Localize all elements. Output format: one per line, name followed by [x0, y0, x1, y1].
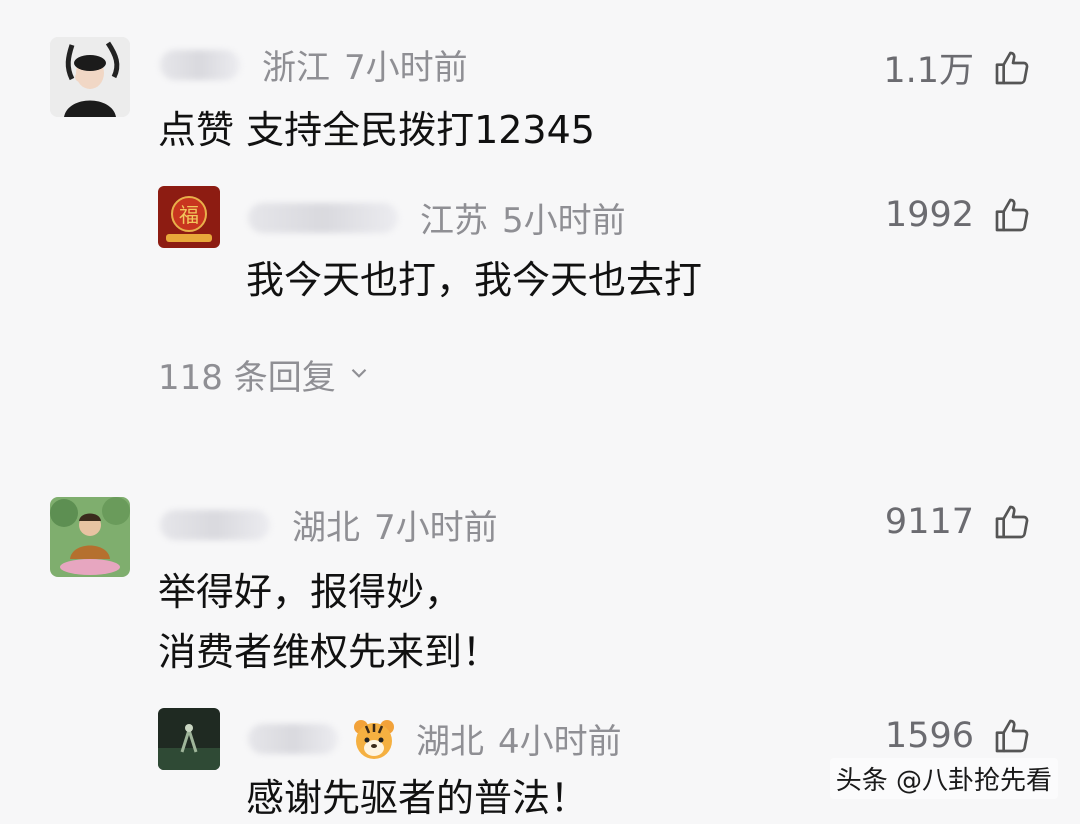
- thumbs-up-icon: [992, 716, 1032, 756]
- username-blurred[interactable]: [248, 723, 338, 754]
- avatar[interactable]: [50, 37, 130, 117]
- timestamp: 7小时前: [374, 508, 498, 548]
- tiger-emoji-icon: [352, 717, 396, 761]
- thumbs-up-icon: [992, 195, 1032, 235]
- timestamp: 5小时前: [502, 201, 626, 241]
- reply-avatar[interactable]: 福: [158, 186, 220, 248]
- chevron-down-icon: [336, 355, 372, 395]
- like-count: 1596: [884, 716, 974, 756]
- like-button[interactable]: 1.1万: [883, 42, 1032, 93]
- comment-text: 举得好，报得妙， 消费者维权先来到！: [158, 566, 500, 678]
- comment-meta: 浙江 7小时前: [160, 40, 468, 89]
- location: 浙江: [262, 48, 330, 88]
- reply-meta: 江苏 5小时前: [248, 193, 626, 242]
- timestamp: 7小时前: [344, 48, 468, 88]
- thumbs-up-icon: [992, 502, 1032, 542]
- username-blurred[interactable]: [160, 509, 270, 540]
- reply-text: 感谢先驱者的普法！: [246, 776, 589, 820]
- timestamp: 4小时前: [498, 722, 622, 762]
- location: 湖北: [292, 508, 360, 548]
- avatar[interactable]: [50, 497, 130, 577]
- comment-text-line: 消费者维权先来到！: [158, 630, 501, 674]
- comment-text: 点赞 支持全民拨打12345: [158, 108, 595, 152]
- username-blurred[interactable]: [160, 49, 240, 80]
- comment-text-line: 举得好，报得妙，: [158, 570, 463, 614]
- watermark: 头条 @八卦抢先看: [829, 758, 1058, 799]
- like-count: 1992: [884, 195, 974, 235]
- like-button[interactable]: 1992: [885, 195, 1032, 235]
- reply-meta: 湖北 4小时前: [248, 714, 622, 763]
- comment-meta: 湖北 7小时前: [160, 500, 498, 549]
- like-button[interactable]: 9117: [885, 502, 1032, 542]
- more-replies-button[interactable]: 118 条回复: [158, 350, 372, 399]
- reply-avatar[interactable]: [158, 708, 220, 770]
- thumbs-up-icon: [992, 48, 1032, 88]
- like-button[interactable]: 1596: [885, 716, 1032, 756]
- more-replies-label: 118 条回复: [158, 358, 336, 398]
- like-count: 1.1万: [883, 51, 974, 91]
- location: 江苏: [420, 201, 488, 241]
- location: 湖北: [416, 722, 484, 762]
- like-count: 9117: [884, 502, 974, 542]
- username-blurred[interactable]: [248, 202, 398, 233]
- svg-text:福: 福: [179, 203, 199, 227]
- reply-text: 我今天也打，我今天也去打: [246, 258, 703, 302]
